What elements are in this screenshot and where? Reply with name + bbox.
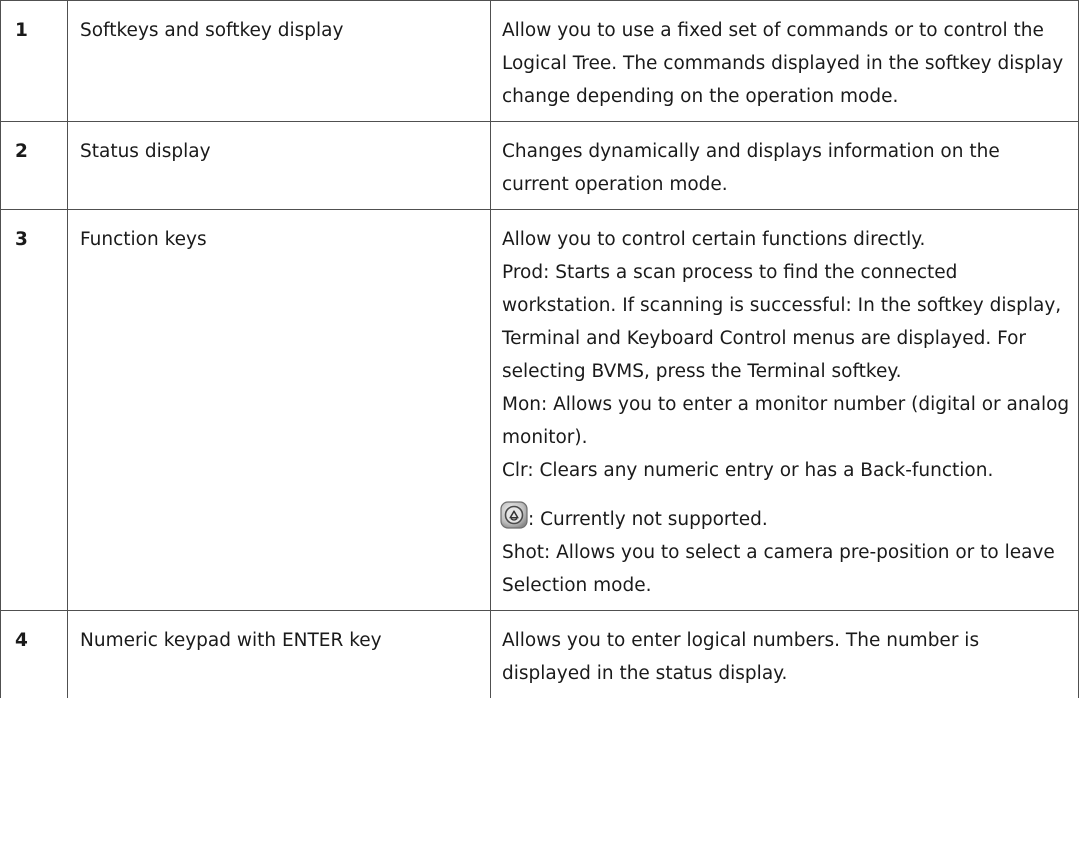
row-number: 2 — [0, 121, 68, 210]
row-name: Function keys — [67, 209, 491, 611]
row-name: Status display — [67, 121, 491, 210]
icon-key-text: : Currently not supported. — [528, 509, 768, 530]
icon-key-description-line: : Currently not supported. — [500, 501, 1070, 536]
clr-key-description: Clr: Clears any numeric entry or has a B… — [502, 460, 994, 481]
table-row: 1 Softkeys and softkey display Allow you… — [0, 0, 1079, 122]
shot-key-description: Shot: Allows you to select a camera pre-… — [502, 542, 1055, 596]
function-keys-intro: Allow you to control certain functions d… — [502, 229, 926, 250]
table-row: 4 Numeric keypad with ENTER key Allows y… — [0, 610, 1079, 698]
table-row: 3 Function keys Allow you to control cer… — [0, 209, 1079, 611]
table-row: 2 Status display Changes dynamically and… — [0, 121, 1079, 210]
row-number: 1 — [0, 0, 68, 122]
row-number: 4 — [0, 610, 68, 698]
prod-key-description: Prod: Starts a scan process to find the … — [502, 262, 1062, 382]
keyboard-key-icon — [500, 501, 528, 529]
row-name: Numeric keypad with ENTER key — [67, 610, 491, 698]
mon-key-description: Mon: Allows you to enter a monitor numbe… — [502, 394, 1070, 448]
row-name: Softkeys and softkey display — [67, 0, 491, 122]
row-description: Allows you to enter logical numbers. The… — [490, 610, 1079, 698]
row-description: Changes dynamically and displays informa… — [490, 121, 1079, 210]
row-description: Allow you to use a fixed set of commands… — [490, 0, 1079, 122]
function-table: 1 Softkeys and softkey display Allow you… — [0, 0, 1079, 698]
row-description: Allow you to control certain functions d… — [490, 209, 1079, 611]
document-table-container: 1 Softkeys and softkey display Allow you… — [0, 0, 1079, 698]
row-number: 3 — [0, 209, 68, 611]
